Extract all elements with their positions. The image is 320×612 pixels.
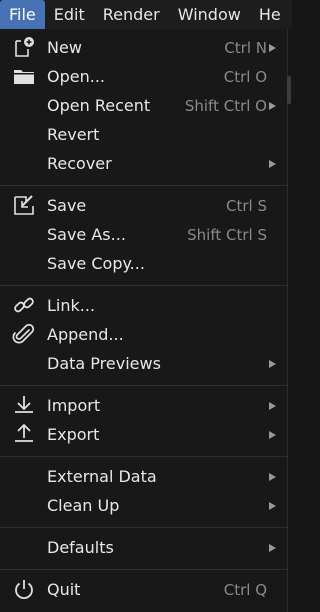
- menu-item-label: Open Recent: [47, 96, 151, 115]
- menu-item-recover[interactable]: Recover: [0, 149, 288, 178]
- menu-item-label: Open...: [47, 67, 105, 86]
- power-icon: [15, 580, 33, 600]
- chevron-right-icon: [269, 543, 276, 552]
- menu-item-data-previews[interactable]: Data Previews: [0, 349, 288, 378]
- shortcut-text: Ctrl S: [226, 196, 267, 215]
- menu-item-label: Recover: [47, 154, 112, 173]
- menu-item-label: Revert: [47, 125, 100, 144]
- chevron-right-icon: [269, 430, 276, 439]
- menu-item-clean-up[interactable]: Clean Up: [0, 491, 288, 520]
- chevron-right-icon: [269, 401, 276, 410]
- new-file-icon: [15, 37, 34, 57]
- menu-item-label: Save: [47, 196, 87, 215]
- menu-item-link[interactable]: Link...: [0, 291, 288, 320]
- chevron-right-icon: [269, 501, 276, 510]
- file-menu-dropdown: New Ctrl N Open... Ctrl O Open Recent Sh…: [0, 29, 288, 612]
- chevron-right-icon: [269, 159, 276, 168]
- menu-item-label: External Data: [47, 467, 157, 486]
- menu-render[interactable]: Render: [94, 0, 169, 29]
- menu-separator: [0, 527, 288, 528]
- menu-item-label: Import: [47, 396, 101, 415]
- menu-item-external-data[interactable]: External Data: [0, 462, 288, 491]
- menu-window[interactable]: Window: [169, 0, 250, 29]
- chevron-right-icon: [269, 43, 276, 52]
- menu-edit[interactable]: Edit: [45, 0, 94, 29]
- shortcut-text: Ctrl Q: [223, 580, 267, 599]
- menu-item-label: Save Copy...: [47, 254, 145, 273]
- menu-item-label: Append...: [47, 325, 124, 344]
- menu-separator: [0, 185, 288, 186]
- menu-separator: [0, 285, 288, 286]
- menu-item-label: Quit: [47, 580, 81, 599]
- menu-item-label: Link...: [47, 296, 96, 315]
- shortcut-text: Ctrl N: [224, 38, 267, 57]
- menu-item-save-copy[interactable]: Save Copy...: [0, 249, 288, 278]
- chevron-right-icon: [269, 101, 276, 110]
- link-icon: [14, 297, 34, 313]
- menu-item-save[interactable]: Save Ctrl S: [0, 191, 288, 220]
- folder-icon: [14, 70, 34, 84]
- menu-file[interactable]: File: [0, 0, 45, 29]
- menu-item-label: Export: [47, 425, 100, 444]
- shortcut-text: Shift Ctrl S: [187, 225, 267, 244]
- chevron-right-icon: [269, 472, 276, 481]
- shortcut-text: Ctrl O: [223, 67, 267, 86]
- export-icon: [15, 423, 33, 442]
- menu-item-open-recent[interactable]: Open Recent Shift Ctrl O: [0, 91, 288, 120]
- menu-item-quit[interactable]: Quit Ctrl Q: [0, 575, 288, 604]
- menu-item-new[interactable]: New Ctrl N: [0, 33, 288, 62]
- menu-item-label: Clean Up: [47, 496, 120, 515]
- menu-bar: File Edit Render Window He: [0, 0, 292, 29]
- menu-item-label: Save As...: [47, 225, 126, 244]
- menu-item-open[interactable]: Open... Ctrl O: [0, 62, 288, 91]
- menu-separator: [0, 385, 288, 386]
- menu-item-label: Defaults: [47, 538, 114, 557]
- scrollbar[interactable]: [287, 76, 291, 104]
- paperclip-icon: [12, 323, 35, 344]
- import-icon: [15, 396, 33, 413]
- menu-help[interactable]: He: [250, 0, 290, 29]
- menu-separator: [0, 456, 288, 457]
- chevron-right-icon: [269, 359, 276, 368]
- menu-separator: [0, 569, 288, 570]
- menu-item-defaults[interactable]: Defaults: [0, 533, 288, 562]
- menu-item-save-as[interactable]: Save As... Shift Ctrl S: [0, 220, 288, 249]
- menu-item-revert[interactable]: Revert: [0, 120, 288, 149]
- save-icon: [14, 195, 34, 215]
- shortcut-text: Shift Ctrl O: [184, 96, 267, 115]
- menu-item-append[interactable]: Append...: [0, 320, 288, 349]
- menu-item-label: New: [47, 38, 82, 57]
- menu-item-label: Data Previews: [47, 354, 161, 373]
- menu-item-export[interactable]: Export: [0, 420, 288, 449]
- menu-item-import[interactable]: Import: [0, 391, 288, 420]
